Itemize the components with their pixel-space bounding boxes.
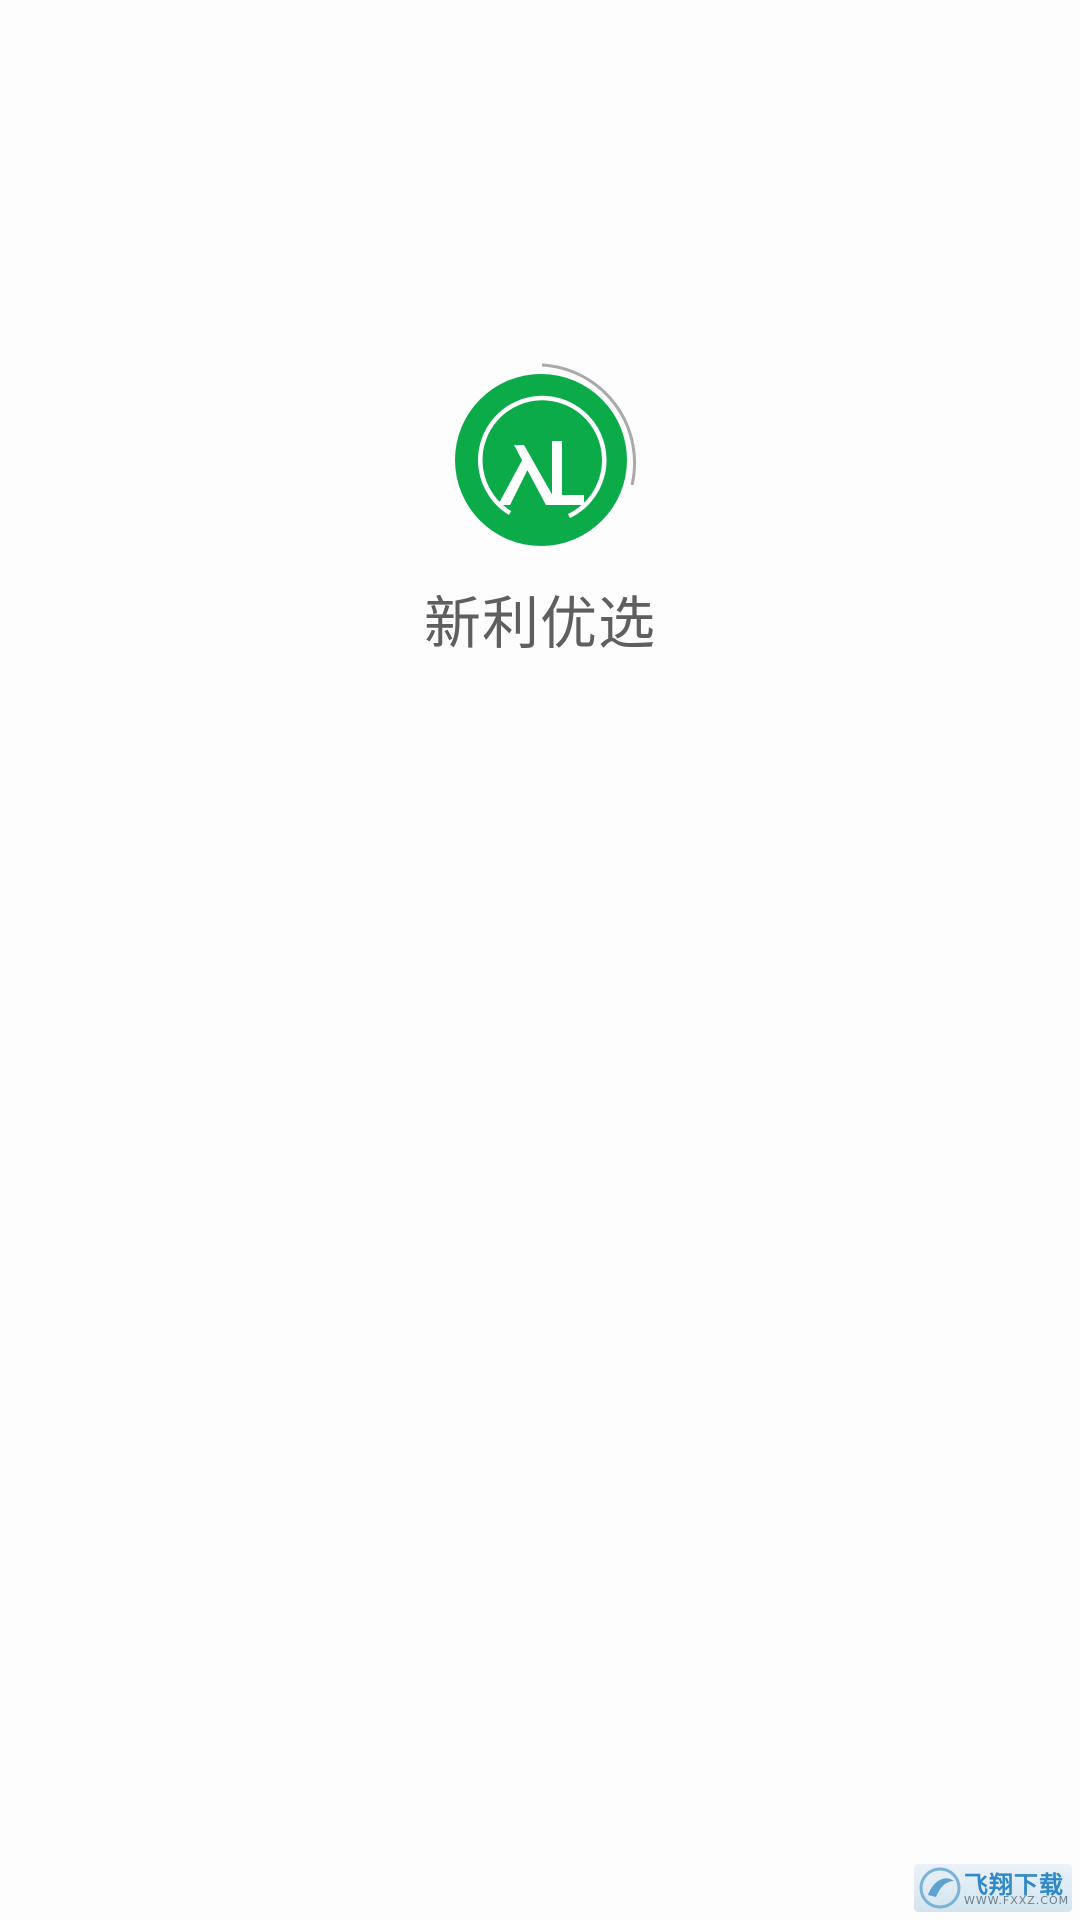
watermark-logo-icon: [919, 1867, 961, 1909]
splash-screen: 新利优选 飞翔下载 WWW.FXXZ.COM: [0, 0, 1080, 1920]
watermark-badge: 飞翔下载 WWW.FXXZ.COM: [914, 1864, 1072, 1912]
app-logo: [454, 363, 644, 553]
watermark-domain: WWW.FXXZ.COM: [964, 1894, 1070, 1907]
app-name-label: 新利优选: [424, 591, 656, 657]
